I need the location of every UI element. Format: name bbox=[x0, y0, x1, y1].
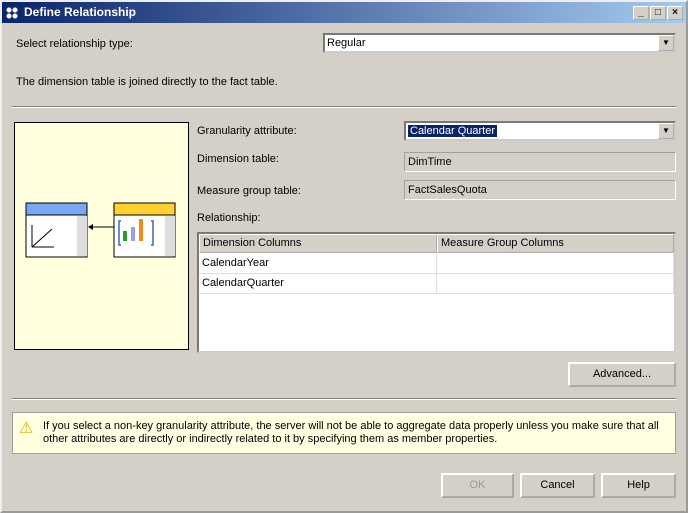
advanced-button[interactable]: Advanced... bbox=[568, 362, 676, 387]
column-header-measure-group[interactable]: Measure Group Columns bbox=[437, 234, 674, 253]
help-button[interactable]: Help bbox=[601, 473, 676, 498]
warning-icon: ⚠ bbox=[19, 420, 34, 437]
dimension-table-field: DimTime bbox=[404, 152, 676, 172]
fact-table-icon bbox=[113, 202, 176, 258]
measure-group-table-field: FactSalesQuota bbox=[404, 180, 676, 200]
measure-group-table-label: Measure group table: bbox=[197, 185, 301, 197]
app-icon bbox=[6, 7, 18, 19]
chevron-down-icon[interactable]: ▼ bbox=[658, 35, 674, 51]
grid-cell[interactable]: CalendarYear bbox=[199, 254, 437, 274]
dimension-table-label: Dimension table: bbox=[197, 153, 279, 165]
cancel-button[interactable]: Cancel bbox=[520, 473, 595, 498]
warning-text: If you select a non-key granularity attr… bbox=[43, 420, 659, 445]
chevron-down-icon[interactable]: ▼ bbox=[658, 123, 674, 139]
minimize-button[interactable]: _ bbox=[633, 6, 649, 20]
grid-cell[interactable] bbox=[437, 274, 674, 294]
grid-cell[interactable]: CalendarQuarter bbox=[199, 274, 437, 294]
dimension-table-icon bbox=[25, 202, 88, 258]
relationship-label: Relationship: bbox=[197, 212, 261, 224]
relationship-grid: Dimension Columns Measure Group Columns … bbox=[197, 232, 676, 353]
separator bbox=[12, 398, 676, 400]
maximize-button[interactable]: □ bbox=[650, 6, 666, 20]
relationship-type-value: Regular bbox=[327, 37, 366, 49]
relationship-diagram bbox=[14, 122, 189, 350]
granularity-value: Calendar Quarter bbox=[408, 125, 497, 137]
title-bar: Define Relationship bbox=[2, 2, 686, 23]
column-header-dimension[interactable]: Dimension Columns bbox=[199, 234, 437, 253]
close-button[interactable]: × bbox=[667, 6, 683, 20]
ok-button[interactable]: OK bbox=[441, 473, 514, 498]
arrow-icon bbox=[88, 224, 93, 230]
window-title: Define Relationship bbox=[24, 5, 137, 19]
diagram-graphic bbox=[25, 202, 176, 258]
grid-cell[interactable] bbox=[437, 254, 674, 274]
separator bbox=[12, 106, 676, 108]
relationship-type-label: Select relationship type: bbox=[16, 38, 133, 50]
granularity-label: Granularity attribute: bbox=[197, 125, 297, 137]
description-text: The dimension table is joined directly t… bbox=[16, 76, 278, 88]
granularity-select[interactable]: Calendar Quarter ▼ bbox=[404, 121, 676, 141]
warning-box: ⚠ If you select a non-key granularity at… bbox=[12, 412, 676, 454]
relationship-type-select[interactable]: Regular ▼ bbox=[323, 33, 676, 53]
